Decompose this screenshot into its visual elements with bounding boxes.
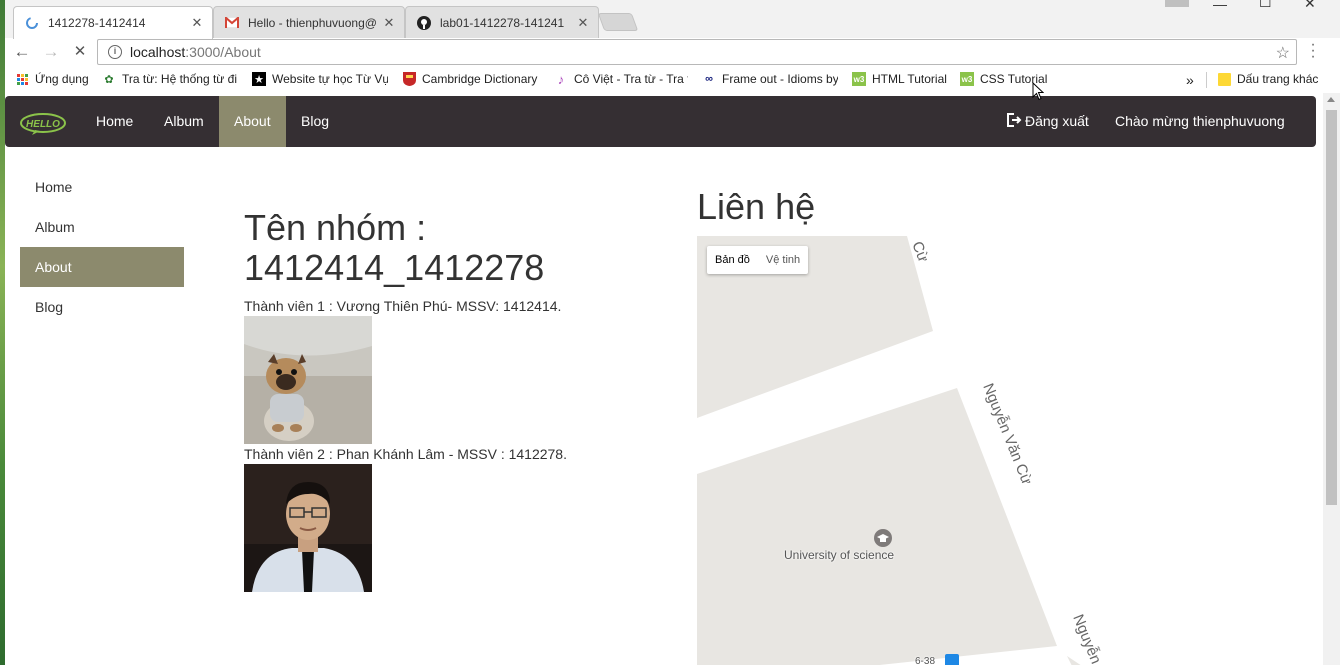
bookmark-covet[interactable]: ♪ Cô Việt - Tra từ - Tra t [554, 72, 688, 86]
nav-album[interactable]: Album [149, 96, 219, 147]
cambridge-icon [402, 72, 416, 86]
nav-blog[interactable]: Blog [286, 96, 344, 147]
folder-icon [1217, 72, 1231, 86]
w3-icon: w3 [852, 72, 866, 86]
bookmark-label: Tra từ: Hệ thống từ đi [122, 72, 238, 86]
group-title: Tên nhóm : 1412414_1412278 [244, 207, 545, 288]
close-tab-icon[interactable]: ✕ [382, 15, 396, 31]
gmail-icon [224, 15, 240, 31]
tab-github[interactable]: lab01-1412278-141241 ✕ [405, 6, 599, 38]
other-bookmarks[interactable]: Dấu trang khác [1217, 72, 1337, 86]
sidebar-item-about[interactable]: About [20, 247, 184, 287]
profile-button[interactable] [1165, 0, 1189, 7]
member-1-photo [244, 316, 372, 444]
star-icon: ★ [252, 72, 266, 86]
apps-icon [15, 72, 29, 86]
nav-home[interactable]: Home [81, 96, 148, 147]
new-tab-button[interactable] [597, 13, 639, 31]
bookmarks-overflow-button[interactable]: » [1186, 72, 1198, 88]
sidebar-item-home[interactable]: Home [20, 167, 184, 207]
logout-icon [1007, 97, 1022, 148]
site-navbar: HELLO Home Album About Blog Đăng xuất Ch… [5, 96, 1316, 147]
bookmark-label: Cô Việt - Tra từ - Tra t [574, 72, 688, 86]
bus-stop-icon[interactable] [945, 654, 959, 665]
browser-window: 1412278-1412414 ✕ Hello - thienphuvuong@… [5, 0, 1340, 665]
member-2-photo [244, 464, 372, 592]
github-icon [416, 15, 432, 31]
bookmark-tratu[interactable]: ✿ Tra từ: Hệ thống từ đi [102, 72, 238, 86]
scroll-thumb[interactable] [1326, 110, 1337, 505]
logout-label: Đăng xuất [1025, 113, 1089, 129]
bookmark-apps[interactable]: Ứng dụng [15, 72, 97, 86]
browser-menu-icon[interactable]: · · · [1309, 37, 1317, 65]
logout-link[interactable]: Đăng xuất [1007, 96, 1089, 147]
bookmark-tuvung[interactable]: ★ Website tự học Từ Vựng [252, 72, 388, 86]
bookmark-label: Dấu trang khác [1237, 72, 1319, 86]
sidebar-item-album[interactable]: Album [20, 207, 184, 247]
bookmark-idioms[interactable]: ∞ Frame out - Idioms by [702, 72, 838, 86]
nav-about[interactable]: About [219, 96, 286, 147]
brand-text: HELLO [26, 119, 60, 130]
sidebar: Home Album About Blog [20, 167, 184, 327]
tab-title: Hello - thienphuvuong@ [248, 15, 377, 30]
contact-title: Liên hệ [697, 186, 816, 227]
bookmark-label: Ứng dụng [35, 72, 89, 86]
member-1-text: Thành viên 1 : Vương Thiên Phú- MSSV: 14… [244, 298, 562, 314]
close-tab-icon[interactable]: ✕ [576, 15, 590, 31]
bookmarks-divider [1206, 72, 1207, 88]
tab-title: lab01-1412278-141241 [440, 15, 565, 30]
maximize-icon[interactable]: ☐ [1259, 0, 1272, 10]
stop-icon[interactable]: ✕ [69, 42, 91, 62]
browser-toolbar: ← → ✕ i localhost:3000/About ☆ [5, 38, 1340, 67]
map-button[interactable]: Bản đồ [707, 246, 758, 274]
tab-active[interactable]: 1412278-1412414 ✕ [13, 6, 213, 39]
url-host: localhost [130, 44, 186, 60]
bookmark-star-icon[interactable]: ☆ [1276, 43, 1290, 63]
covet-icon: ♪ [557, 72, 565, 86]
bookmark-label: HTML Tutorial [872, 72, 947, 86]
tratu-icon: ✿ [104, 73, 114, 86]
hello-logo[interactable]: HELLO [19, 113, 67, 135]
university-icon[interactable] [873, 528, 893, 548]
bookmark-cambridge[interactable]: Cambridge Dictionary [402, 72, 540, 86]
idioms-icon: ∞ [705, 73, 713, 85]
close-window-icon[interactable]: ✕ [1304, 0, 1316, 11]
url-path: :3000/About [185, 44, 261, 60]
back-icon[interactable]: ← [11, 42, 33, 62]
mouse-cursor-icon [1032, 82, 1044, 101]
minimize-icon[interactable]: — [1213, 0, 1227, 12]
close-tab-icon[interactable]: ✕ [190, 15, 204, 31]
page-scrollbar[interactable] [1323, 93, 1340, 665]
bookmarks-bar: Ứng dụng ✿ Tra từ: Hệ thống từ đi ★ Webs… [5, 67, 1340, 93]
poi-label: University of science [784, 548, 895, 562]
map-type-toggle[interactable]: Bản đồ Vệ tinh [707, 246, 809, 274]
scroll-up-icon[interactable] [1327, 97, 1335, 102]
member-2-text: Thành viên 2 : Phan Khánh Lâm - MSSV : 1… [244, 446, 567, 462]
loading-spinner-icon [24, 15, 40, 31]
bookmark-label: Website tự học Từ Vựng [272, 72, 388, 86]
forward-icon[interactable]: → [40, 42, 62, 62]
greeting-link[interactable]: Chào mừng thienphuvuong [1115, 96, 1285, 147]
tab-strip: 1412278-1412414 ✕ Hello - thienphuvuong@… [5, 0, 1340, 39]
tab-title: 1412278-1412414 [48, 16, 146, 30]
tab-gmail[interactable]: Hello - thienphuvuong@ ✕ [213, 6, 405, 38]
info-icon[interactable]: i [108, 45, 122, 59]
bookmark-label: Cambridge Dictionary [422, 72, 538, 86]
page-viewport: HELLO Home Album About Blog Đăng xuất Ch… [5, 93, 1340, 665]
bus-stop-label: 6-38 [915, 656, 936, 665]
w3-icon: w3 [960, 72, 974, 86]
bookmark-html-tutorial[interactable]: w3 HTML Tutorial [852, 72, 952, 86]
satellite-button[interactable]: Vệ tinh [758, 246, 808, 274]
map-embed[interactable]: Bản đồ Vệ tinh Cừ Nguyễn Văn Cừ Nguyễn U… [697, 236, 1316, 665]
sidebar-item-blog[interactable]: Blog [20, 287, 184, 327]
address-bar[interactable]: i localhost:3000/About ☆ [97, 39, 1297, 65]
bookmark-label: Frame out - Idioms by [722, 72, 838, 86]
